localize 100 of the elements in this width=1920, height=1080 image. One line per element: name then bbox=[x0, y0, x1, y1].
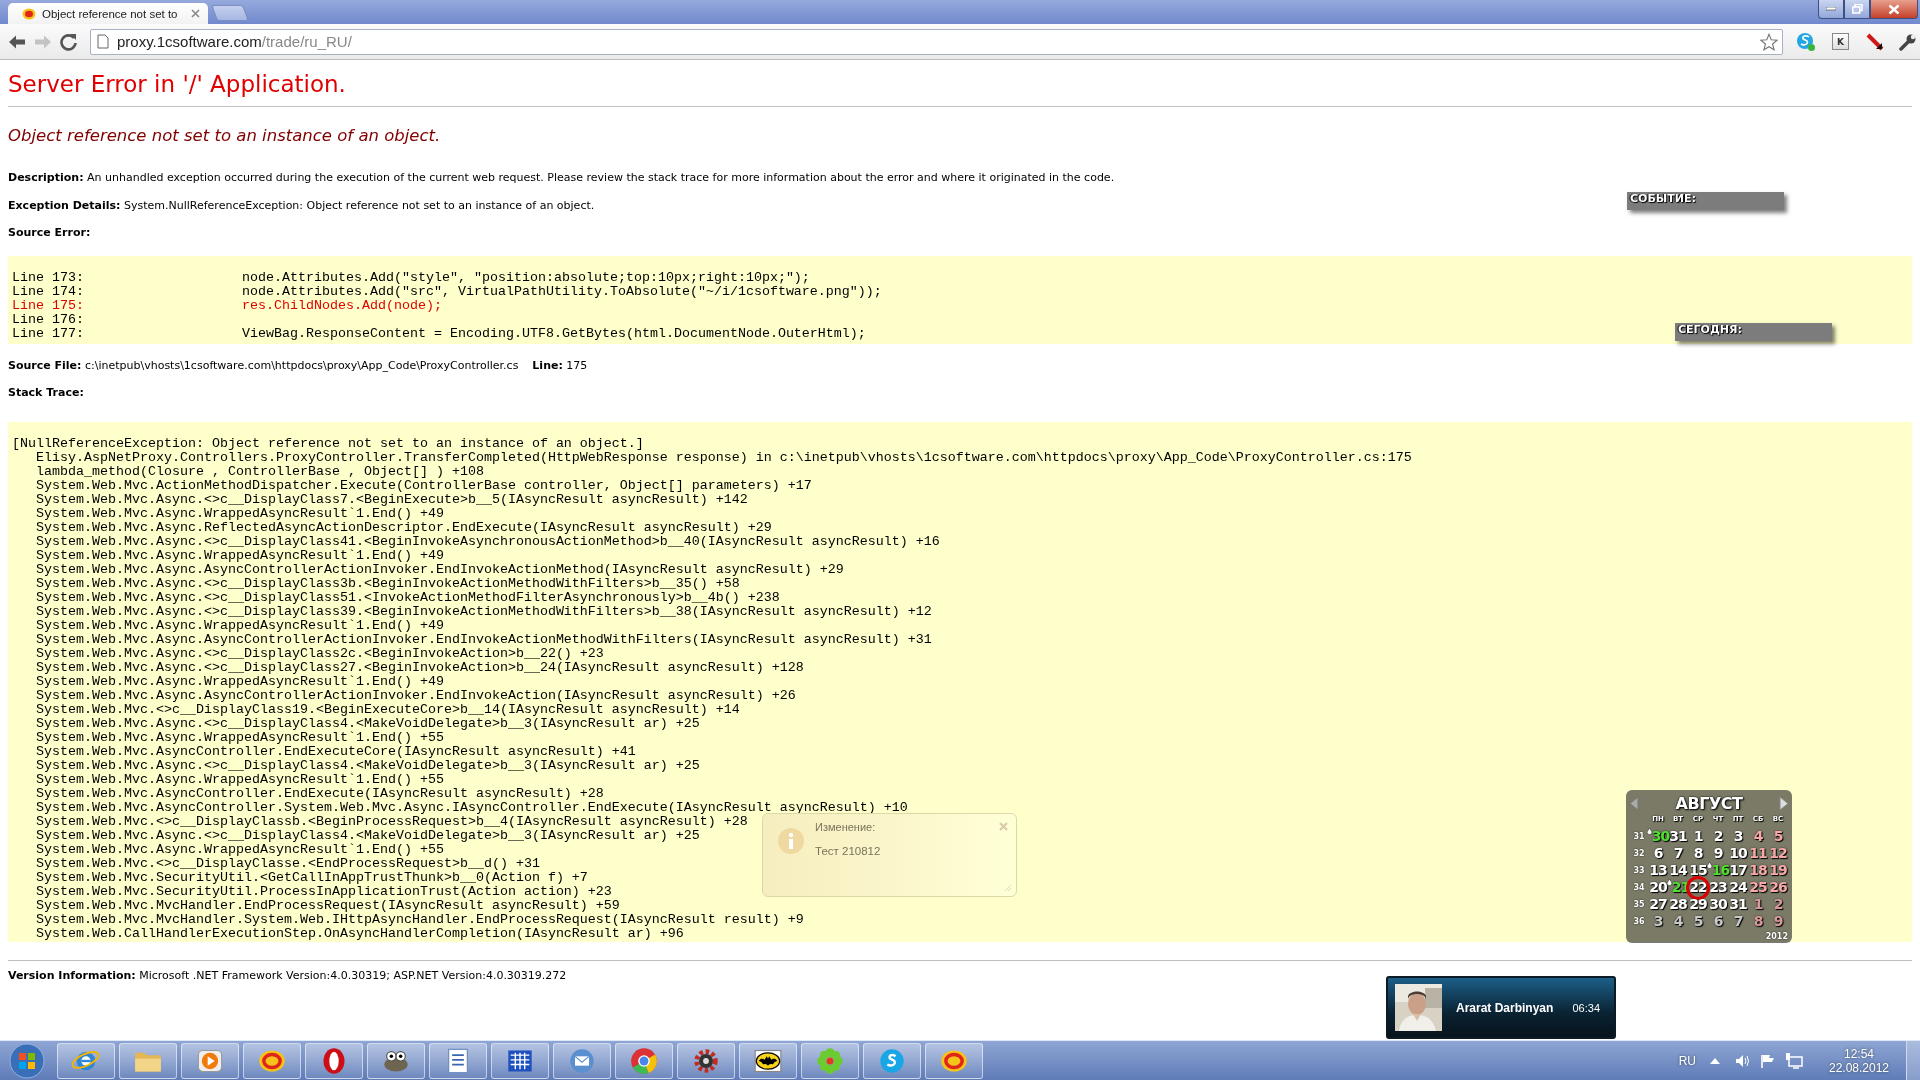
calendar-day[interactable]: 23 bbox=[1709, 879, 1727, 896]
taskbar-button[interactable] bbox=[491, 1042, 549, 1079]
calendar-day[interactable]: 13 bbox=[1649, 862, 1667, 879]
taskbar-button[interactable] bbox=[367, 1042, 425, 1079]
stack-trace-line: Elisy.AspNetProxy.Controllers.ProxyController.TransferCompleted(HttpWebResponse response) in c:\inetpub\vhosts\1csoftware.com\httpdocs\proxy\App_Code\ProxyController.cs:175 bbox=[35, 451, 1412, 465]
show-desktop-button[interactable] bbox=[1906, 1040, 1920, 1080]
browser-tab[interactable]: Object reference not set to bbox=[8, 3, 208, 24]
calendar-day[interactable]: 7 bbox=[1733, 913, 1743, 930]
language-indicator[interactable]: RU bbox=[1678, 1053, 1696, 1068]
stack-trace-line: System.Web.Mvc.<>c__DisplayClass19.<BeginExecuteCore>b__14(IAsyncResult asyncResult) +14 bbox=[35, 703, 740, 717]
taskbar-button[interactable] bbox=[739, 1042, 797, 1079]
calendar-day[interactable]: 5 bbox=[1693, 913, 1703, 930]
address-bar[interactable]: proxy.1csoftware.com/trade/ru_RU/ bbox=[90, 28, 1783, 55]
stack-trace-line: System.Web.Mvc.Async.WrappedAsyncResult`1.End() +49 bbox=[35, 675, 444, 689]
new-tab-button[interactable] bbox=[211, 5, 249, 21]
stack-trace-line: System.Web.Mvc.Async.<>c__DisplayClass7.<BeginExecute>b__5(IAsyncResult asyncResult) +142 bbox=[35, 493, 748, 507]
stack-trace-line: System.Web.Mvc.Async.<>c__DisplayClass4.<MakeVoidDelegate>b__3(IAsyncResult ar) +25 bbox=[35, 717, 700, 731]
back-button[interactable] bbox=[8, 33, 26, 50]
stack-trace-line: System.Web.Mvc.<>c__DisplayClasse.<EndProcessRequest>b__d() +31 bbox=[35, 857, 540, 871]
gadget-label: СЕГОДНЯ: bbox=[1678, 323, 1742, 336]
calendar-day[interactable]: 15 bbox=[1689, 862, 1707, 879]
stack-trace-line: System.Web.Mvc.Async.<>c__DisplayClass4.<MakeVoidDelegate>b__3(IAsyncResult ar) +25 bbox=[35, 829, 700, 843]
calendar-day[interactable]: 19 bbox=[1769, 862, 1787, 879]
stack-trace-line: System.Web.Mvc.SecurityUtil.ProcessInApplicationTrust(Action action) +23 bbox=[35, 885, 612, 899]
calendar-day[interactable]: 6 bbox=[1653, 845, 1663, 862]
error-title: Server Error in '/' Application. bbox=[8, 70, 346, 98]
flower-icon bbox=[816, 1046, 844, 1075]
close-icon bbox=[1888, 3, 1900, 15]
caret-icon[interactable] bbox=[1710, 1057, 1720, 1064]
stack-trace-line: [NullReferenceException: Object reference not set to an instance of an object.] bbox=[12, 437, 644, 451]
clock[interactable]: 12:54 22.08.2012 bbox=[1824, 1046, 1894, 1075]
calendar-day[interactable]: 4 bbox=[1753, 828, 1763, 845]
calendar-day[interactable]: 30 bbox=[1709, 896, 1727, 913]
restore-button[interactable] bbox=[1844, 0, 1870, 19]
calendar-day[interactable]: 26 bbox=[1769, 879, 1787, 896]
stack-trace-line: System.Web.Mvc.MvcHandler.System.Web.IHttpAsyncHandler.EndProcessRequest(IAsyncResult result) +9 bbox=[35, 913, 804, 927]
flag-icon[interactable] bbox=[1760, 1053, 1776, 1068]
stack-trace-line: System.Web.Mvc.Async.WrappedAsyncResult`1.End() +55 bbox=[35, 731, 444, 745]
stack-trace-line: System.Web.Mvc.AsyncController.System.Web.Mvc.Async.IAsyncController.EndExecute(IAsyncResult asyncResult) +10 bbox=[35, 801, 908, 815]
week-number: 35 bbox=[1633, 900, 1645, 909]
calendar-day[interactable]: 14 bbox=[1669, 862, 1687, 879]
stack-trace-line: System.Web.Mvc.SecurityUtil.<GetCallInAppTrustThunk>b__0(Action f) +7 bbox=[35, 871, 588, 885]
resize-grip-icon[interactable] bbox=[1004, 884, 1012, 892]
calendar-day[interactable]: 10 bbox=[1729, 845, 1747, 862]
calendar-day[interactable]: 9 bbox=[1713, 845, 1723, 862]
next-month-button[interactable] bbox=[1779, 796, 1788, 810]
close-icon[interactable] bbox=[191, 9, 200, 18]
network-icon[interactable] bbox=[1785, 1052, 1803, 1069]
speaker-icon[interactable] bbox=[1735, 1053, 1751, 1068]
calendar-day[interactable]: 31 bbox=[1729, 896, 1747, 913]
week-number: 31 bbox=[1633, 832, 1645, 841]
calendar-day[interactable]: 3 bbox=[1653, 913, 1663, 930]
pin-icon bbox=[1666, 879, 1672, 886]
previous-month-button[interactable] bbox=[1630, 796, 1639, 810]
calendar-day[interactable]: 11 bbox=[1749, 845, 1767, 862]
line-number: Line 173: bbox=[12, 271, 85, 285]
stack-trace-line: System.Web.Mvc.Async.WrappedAsyncResult`1.End() +49 bbox=[35, 549, 444, 563]
taskbar-button[interactable] bbox=[677, 1042, 735, 1079]
calendar-day[interactable]: 4 bbox=[1673, 913, 1683, 930]
chat-icon[interactable] bbox=[1796, 31, 1816, 52]
calendar-day[interactable]: 27 bbox=[1649, 896, 1667, 913]
stack-trace-line: System.Web.Mvc.Async.<>c__DisplayClass27.<BeginInvokeAction>b__24(IAsyncResult asyncResult) +128 bbox=[35, 661, 804, 675]
calendar-day[interactable]: 17 bbox=[1729, 862, 1747, 879]
calendar-day[interactable]: 12 bbox=[1769, 845, 1787, 862]
calendar-day[interactable]: 31 bbox=[1669, 828, 1687, 845]
calendar-day[interactable]: 3 bbox=[1733, 828, 1743, 845]
star-icon[interactable] bbox=[1760, 32, 1778, 51]
calendar-day[interactable]: 28 bbox=[1669, 896, 1687, 913]
stack-trace-line: System.Web.Mvc.Async.ReflectedAsyncActionDescriptor.EndExecute(IAsyncResult asyncResult) +29 bbox=[35, 521, 772, 535]
wrench-icon[interactable] bbox=[1899, 32, 1917, 51]
minimize-icon bbox=[1826, 7, 1836, 11]
calendar-day[interactable]: 8 bbox=[1693, 845, 1703, 862]
calendar-day[interactable]: 24 bbox=[1729, 879, 1747, 896]
cloud-icon bbox=[878, 1046, 906, 1075]
calendar-day[interactable]: 25 bbox=[1749, 879, 1767, 896]
calendar-day[interactable]: 20 bbox=[1649, 879, 1667, 896]
stack-trace-line: System.Web.Mvc.AsyncController.EndExecuteCore(IAsyncResult asyncResult) +41 bbox=[35, 745, 636, 759]
stack-trace-line: System.Web.Mvc.Async.<>c__DisplayClass4.<MakeVoidDelegate>b__3(IAsyncResult ar) +25 bbox=[35, 759, 700, 773]
extension-button[interactable]: K bbox=[1832, 33, 1849, 50]
gear-icon bbox=[692, 1046, 720, 1075]
calendar-day[interactable]: 7 bbox=[1673, 845, 1683, 862]
mail-icon bbox=[568, 1046, 596, 1075]
calendar-day[interactable]: 6 bbox=[1713, 913, 1723, 930]
close-button[interactable] bbox=[1870, 0, 1918, 19]
contact-toast[interactable]: Ararat Darbinyan 06:34 bbox=[1386, 976, 1616, 1039]
calendar-day[interactable]: 5 bbox=[1773, 828, 1783, 845]
calendar-day[interactable]: 1 bbox=[1693, 828, 1703, 845]
calendar-day[interactable]: 30 bbox=[1646, 828, 1670, 845]
reload-button[interactable] bbox=[60, 32, 78, 51]
calendar-day[interactable]: 2 bbox=[1713, 828, 1723, 845]
stack-trace-line: System.Web.Mvc.Async.<>c__DisplayClass39.<BeginInvokeActionMethodWithFilters>b__38(IAsyncResult asyncResult) +12 bbox=[35, 605, 932, 619]
minimize-button[interactable] bbox=[1818, 0, 1844, 19]
line-number: Line 176: bbox=[12, 313, 85, 327]
calendar-day[interactable]: 16 bbox=[1706, 862, 1730, 879]
calendar-day[interactable]: 29 bbox=[1689, 896, 1707, 913]
section-label: Source Error: bbox=[8, 226, 91, 240]
stack-trace-line: System.Web.Mvc.Async.WrappedAsyncResult`1.End() +49 bbox=[35, 507, 444, 521]
calendar-day[interactable]: 18 bbox=[1749, 862, 1767, 879]
notification-title: Изменение: bbox=[815, 821, 876, 833]
start-button[interactable] bbox=[7, 1042, 47, 1079]
